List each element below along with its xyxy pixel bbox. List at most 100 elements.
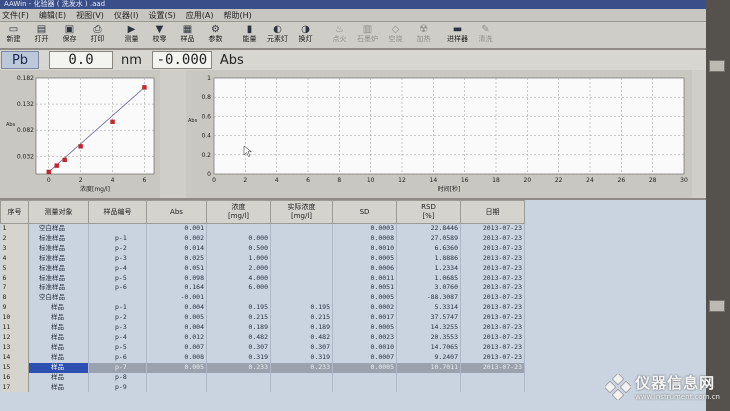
table-row[interactable]: 15 样品 p-7 0.005 0.233 0.233 0.0005 10.7011 2013-… bbox=[0, 362, 525, 373]
toolbar-button-clean[interactable]: ✎ 清洗 bbox=[472, 22, 499, 48]
cell-sample-id: p-4 bbox=[88, 263, 147, 274]
column-header[interactable]: Abs bbox=[146, 200, 207, 224]
cell-value: 37.5747 bbox=[396, 313, 461, 324]
save-icon: ▣ bbox=[64, 24, 75, 35]
table-row[interactable]: 1 空白样品 0.001 0.0003 22.8446 2013-07-23 bbox=[0, 223, 525, 234]
cell-value: 2013-07-23 bbox=[460, 233, 525, 244]
table-row[interactable]: 16 样品 p-8 bbox=[0, 372, 525, 383]
results-table-container[interactable]: 序号 测量对象 样品编号 Abs 浓度 [mg/l] 实际浓度 [mg/l] SD RSD [… bbox=[0, 200, 706, 411]
toolbar-button-measure[interactable]: ▶ 测量 bbox=[118, 22, 145, 48]
table-row[interactable]: 10 样品 p-2 0.005 0.215 0.215 0.0017 37.5747 2013-… bbox=[0, 313, 525, 324]
toolbar-button-dry-burn[interactable]: ◇ 空烧 bbox=[382, 22, 409, 48]
cell-object: 样品 bbox=[28, 362, 89, 373]
row-index: 14 bbox=[0, 352, 29, 363]
table-row[interactable]: 5 标准样品 p-4 0.051 2.000 0.0006 1.2334 2013-07-23 bbox=[0, 263, 525, 274]
plot-area bbox=[35, 77, 155, 175]
toolbar-button-parameters[interactable]: ⚙ 参数 bbox=[202, 22, 229, 48]
column-header[interactable]: 样品编号 bbox=[88, 200, 147, 224]
cell-value: 0.0051 bbox=[332, 283, 397, 294]
energy-icon: ▮ bbox=[246, 24, 253, 35]
cell-value: 1.000 bbox=[206, 253, 271, 264]
table-row[interactable]: 7 标准样品 p-6 0.164 6.000 0.0051 3.0760 2013-07-23 bbox=[0, 283, 525, 294]
table-row[interactable]: 17 样品 p-9 bbox=[0, 382, 525, 393]
cell-object: 样品 bbox=[28, 323, 89, 333]
parameters-icon: ⚙ bbox=[211, 24, 220, 35]
column-header[interactable]: RSD [%] bbox=[396, 200, 461, 224]
x-tick-label: 4 bbox=[111, 177, 115, 184]
row-index: 4 bbox=[0, 253, 29, 264]
toolbar-button-autosampler[interactable]: ▬ 进样器 bbox=[444, 22, 471, 48]
menu-file[interactable]: 文件(F) bbox=[2, 10, 29, 21]
table-row[interactable]: 6 标准样品 p-5 0.098 4.000 0.0011 1.0685 2013-07-23 bbox=[0, 273, 525, 284]
toolbar-button-label: 清洗 bbox=[478, 35, 493, 43]
toolbar-button-print[interactable]: ⎙ 打印 bbox=[84, 22, 111, 48]
y-tick-label: 0.4 bbox=[201, 133, 211, 140]
toolbar-button-heat[interactable]: ☢ 加热 bbox=[410, 22, 437, 48]
menu-apply[interactable]: 应用(A) bbox=[186, 10, 214, 21]
table-row[interactable]: 13 样品 p-5 0.007 0.307 0.307 0.0010 14.7065 2013-… bbox=[0, 342, 525, 353]
cell-value: 22.8446 bbox=[396, 223, 461, 234]
table-row[interactable]: 11 样品 p-3 0.004 0.189 0.189 0.0005 14.3255 2013-… bbox=[0, 323, 525, 333]
menu-help[interactable]: 帮助(H) bbox=[224, 10, 252, 21]
change-lamp-icon: ◑ bbox=[301, 24, 310, 35]
table-row[interactable]: 12 样品 p-4 0.012 0.482 0.482 0.0023 20.3553 2013-… bbox=[0, 332, 525, 343]
cell-value: 1.2334 bbox=[396, 263, 461, 274]
side-scroll-button[interactable] bbox=[709, 300, 725, 312]
cell-value: 2.000 bbox=[206, 263, 271, 274]
table-row[interactable]: 4 标准样品 p-3 0.025 1.000 0.0005 1.8886 2013-07-23 bbox=[0, 253, 525, 264]
menu-view[interactable]: 视图(V) bbox=[76, 10, 104, 21]
table-row[interactable]: 8 空白样品 -0.001 0.0005 -88.3087 2013-07-23 bbox=[0, 293, 525, 304]
cell-sample-id bbox=[88, 223, 147, 234]
table-row[interactable]: 2 标准样品 p-1 0.002 0.000 0.0008 27.0589 2013-07-2… bbox=[0, 233, 525, 244]
toolbar-button-save[interactable]: ▣ 保存 bbox=[56, 22, 83, 48]
toolbar-button-open-folder[interactable]: ▤ 打开 bbox=[28, 22, 55, 48]
cell-value: 0.0010 bbox=[332, 243, 397, 254]
cell-sample-id: p-3 bbox=[88, 323, 147, 333]
x-tick-label: 24 bbox=[586, 177, 594, 184]
cell-value: 1.0685 bbox=[396, 273, 461, 284]
row-index: 1 bbox=[0, 223, 29, 234]
toolbar-button-change-lamp[interactable]: ◑ 换灯 bbox=[292, 22, 319, 48]
toolbar-button-sample[interactable]: ▦ 样品 bbox=[174, 22, 201, 48]
column-header[interactable]: 序号 bbox=[0, 200, 29, 224]
cell-value bbox=[460, 382, 525, 393]
table-row[interactable]: 14 样品 p-6 0.008 0.319 0.319 0.0007 9.2407 2013-0… bbox=[0, 352, 525, 363]
table-row[interactable]: 3 标准样品 p-2 0.014 0.500 0.0010 6.6360 2013-07-23 bbox=[0, 243, 525, 254]
table-row[interactable]: 9 样品 p-1 0.004 0.195 0.195 0.0002 5.3314 2013-07… bbox=[0, 303, 525, 314]
side-scroll-button[interactable] bbox=[709, 60, 725, 72]
cell-value: 0.319 bbox=[270, 352, 333, 363]
cell-value: 0.189 bbox=[270, 323, 333, 333]
column-header[interactable]: 日期 bbox=[460, 200, 525, 224]
signal-time-chart: 10.80.60.40.200 2 4 6 8 10 12 14 16 18 20 22 24 26 28 3… bbox=[188, 75, 688, 193]
column-header[interactable]: 实际浓度 [mg/l] bbox=[270, 200, 333, 224]
cell-value: 0.215 bbox=[206, 313, 271, 324]
cell-value bbox=[460, 372, 525, 383]
y-axis-label: Abs bbox=[188, 118, 198, 124]
toolbar-button-element-lamp[interactable]: ◐ 元素灯 bbox=[264, 22, 291, 48]
cell-value: 0.000 bbox=[206, 233, 271, 244]
menu-instrument[interactable]: 仪器(I) bbox=[114, 10, 139, 21]
row-index: 2 bbox=[0, 233, 29, 244]
ignite-icon: ♨ bbox=[335, 24, 344, 35]
cell-value: 0.0010 bbox=[332, 342, 397, 353]
y-tick-label: 0.032 bbox=[17, 153, 34, 160]
column-header[interactable]: SD bbox=[332, 200, 397, 224]
watermark-url: www.instrument.com.cn bbox=[635, 393, 720, 401]
cell-value: 3.0760 bbox=[396, 283, 461, 294]
wavelength-value: 0.0 bbox=[49, 51, 113, 69]
toolbar-button-energy[interactable]: ▮ 能量 bbox=[236, 22, 263, 48]
column-header[interactable]: 测量对象 bbox=[28, 200, 89, 224]
column-header[interactable]: 浓度 [mg/l] bbox=[206, 200, 271, 224]
cell-value bbox=[146, 382, 207, 393]
toolbar-button-new-file[interactable]: ▭ 新建 bbox=[0, 22, 27, 48]
toolbar-button-ignite[interactable]: ♨ 点火 bbox=[326, 22, 353, 48]
data-point bbox=[62, 157, 67, 163]
menu-edit[interactable]: 编辑(E) bbox=[39, 10, 66, 21]
menu-settings[interactable]: 设置(S) bbox=[148, 10, 175, 21]
x-tick-label: 6 bbox=[143, 177, 147, 184]
toolbar-button-zero[interactable]: ▼ 校零 bbox=[146, 22, 173, 48]
toolbar-button-graphite-furnace[interactable]: ▥ 石墨炉 bbox=[354, 22, 381, 48]
x-tick-label: 6 bbox=[306, 177, 310, 184]
toolbar-button-label: 空烧 bbox=[388, 35, 403, 43]
data-point bbox=[54, 163, 59, 168]
